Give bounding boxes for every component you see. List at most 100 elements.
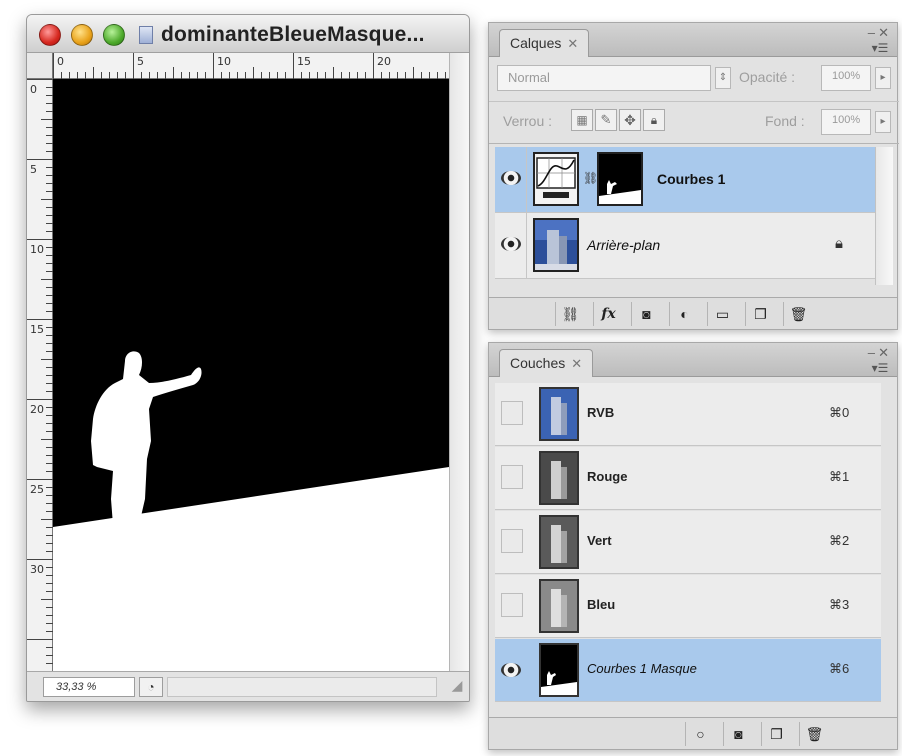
channel-row-vert[interactable]: Vert ⌘2 xyxy=(495,511,881,574)
ruler-top-tick-label: 0 xyxy=(57,55,64,68)
opacity-slider-arrow-icon[interactable]: ▸ xyxy=(875,67,891,89)
opacity-field[interactable]: 100% xyxy=(821,65,871,91)
load-selection-circle-icon[interactable]: ○ xyxy=(685,722,715,746)
layers-scrollbar[interactable] xyxy=(875,147,893,285)
fill-slider-arrow-icon[interactable]: ▸ xyxy=(875,111,891,133)
channel-shortcut: ⌘2 xyxy=(829,533,850,548)
lock-transparency-icon[interactable]: ▦ xyxy=(571,109,593,131)
fill-field[interactable]: 100% xyxy=(821,109,871,135)
resize-grip-icon[interactable]: ◢ xyxy=(447,673,467,697)
visibility-box[interactable] xyxy=(501,401,523,425)
blend-mode-value: Normal xyxy=(508,70,550,85)
new-group-folder-icon[interactable]: ▭ xyxy=(707,302,737,326)
trash-icon[interactable]: 🗑︎ xyxy=(783,302,813,326)
channel-shortcut: ⌘0 xyxy=(829,405,850,420)
ruler-left-tick-label: 5 xyxy=(30,163,37,176)
channel-thumbnail-rouge xyxy=(539,451,579,505)
zoom-window-button[interactable] xyxy=(103,24,125,46)
close-panel-icon[interactable]: ✕ xyxy=(878,345,889,361)
document-proxy-icon[interactable] xyxy=(139,26,153,44)
save-selection-mask-icon[interactable]: ◙ xyxy=(723,722,753,746)
new-adjustment-layer-icon[interactable]: ◐ xyxy=(669,302,699,326)
trash-icon[interactable]: 🗑︎ xyxy=(799,722,829,746)
tab-layers-label: Calques xyxy=(510,35,562,51)
document-titlebar[interactable]: dominanteBleueMasque... xyxy=(27,15,469,53)
close-window-button[interactable] xyxy=(39,24,61,46)
layer-name[interactable]: Courbes 1 xyxy=(657,171,725,187)
close-icon[interactable]: ✕ xyxy=(567,36,578,51)
link-layers-icon[interactable]: ⛓︎ xyxy=(555,302,585,326)
minimize-window-button[interactable] xyxy=(71,24,93,46)
layer-row-courbes-1[interactable]: ⛓︎ Courbes 1 xyxy=(495,147,875,213)
visibility-box[interactable] xyxy=(501,593,523,617)
channel-row-courbes-1-masque[interactable]: Courbes 1 Masque ⌘6 xyxy=(495,639,881,702)
channel-row-rouge[interactable]: Rouge ⌘1 xyxy=(495,447,881,510)
padlock-icon: 🔒︎ xyxy=(835,235,843,252)
lock-position-move-icon[interactable]: ✥ xyxy=(619,109,641,131)
curves-adjustment-thumbnail[interactable] xyxy=(533,152,579,206)
mask-preview xyxy=(541,645,577,695)
building-photo-icon xyxy=(535,220,577,270)
horizontal-ruler[interactable]: 0 5 10 15 20 xyxy=(53,53,449,79)
link-chain-icon[interactable]: ⛓︎ xyxy=(583,171,598,189)
fill-label: Fond : xyxy=(765,113,805,129)
channel-row-rvb[interactable]: RVB ⌘0 xyxy=(495,383,881,446)
opacity-label: Opacité : xyxy=(739,69,796,85)
status-menu-button[interactable]: ◔ xyxy=(139,677,163,697)
ruler-left-tick-label: 25 xyxy=(30,483,44,496)
horizontal-scrollbar[interactable] xyxy=(167,677,437,697)
panel-menu-icon[interactable]: ▾☰ xyxy=(869,41,891,55)
layer-row-arriere-plan[interactable]: Arrière-plan 🔒︎ xyxy=(495,213,875,279)
layer-mask-thumbnail[interactable] xyxy=(597,152,643,206)
eye-icon[interactable] xyxy=(501,237,521,251)
eye-icon[interactable] xyxy=(501,663,521,677)
tab-channels[interactable]: Couches ✕ xyxy=(499,349,594,377)
zoom-level-field[interactable]: 33,33 % xyxy=(43,677,135,697)
document-title: dominanteBleueMasque... xyxy=(161,23,425,46)
fx-layer-style-icon[interactable]: fx xyxy=(593,302,623,326)
blend-mode-stepper-icon[interactable]: ⇕ xyxy=(715,67,731,89)
channels-panel-footer: ○ ◙ ❐ 🗑︎ xyxy=(489,717,897,749)
ruler-left-tick-label: 30 xyxy=(30,563,44,576)
visibility-cell[interactable] xyxy=(495,147,527,212)
channels-panel-header[interactable]: Couches ✕ – ✕ ▾☰ xyxy=(489,343,897,377)
panel-menu-icon[interactable]: ▾☰ xyxy=(869,361,891,375)
document-status-bar: 33,33 % ◔ xyxy=(27,671,469,701)
background-layer-thumbnail[interactable] xyxy=(533,218,579,272)
layers-panel-header[interactable]: Calques ✕ – ✕ ▾☰ xyxy=(489,23,897,57)
tab-channels-label: Couches xyxy=(510,355,566,371)
lock-pixels-brush-icon[interactable]: ✎ xyxy=(595,109,617,131)
channel-shortcut: ⌘1 xyxy=(829,469,850,484)
lock-all-padlock-icon[interactable]: 🔒︎ xyxy=(643,109,665,131)
channels-panel: Couches ✕ – ✕ ▾☰ RVB ⌘0 Rouge ⌘1 Vert ⌘2… xyxy=(488,342,898,750)
status-info-icon: ◔ xyxy=(147,680,155,694)
grayscale-photo-icon xyxy=(541,581,577,631)
image-canvas[interactable] xyxy=(53,79,449,671)
close-icon[interactable]: ✕ xyxy=(571,356,582,371)
layer-name[interactable]: Arrière-plan xyxy=(587,237,660,253)
mask-image xyxy=(53,79,449,671)
channel-thumbnail-bleu xyxy=(539,579,579,633)
eye-icon[interactable] xyxy=(501,171,521,185)
blend-mode-select[interactable]: Normal xyxy=(497,65,711,91)
new-layer-icon[interactable]: ❐ xyxy=(745,302,775,326)
visibility-cell[interactable] xyxy=(495,213,527,278)
vertical-ruler[interactable]: 0 5 10 15 20 25 30 xyxy=(27,79,53,671)
ruler-top-tick-label: 5 xyxy=(137,55,144,68)
close-panel-icon[interactable]: ✕ xyxy=(878,25,889,41)
visibility-box[interactable] xyxy=(501,529,523,553)
collapse-panel-icon[interactable]: – xyxy=(868,25,875,40)
channel-row-bleu[interactable]: Bleu ⌘3 xyxy=(495,575,881,638)
vertical-scrollbar[interactable] xyxy=(449,53,469,671)
add-mask-icon[interactable]: ◙ xyxy=(631,302,661,326)
channel-name: Courbes 1 Masque xyxy=(587,661,697,676)
channel-name: RVB xyxy=(587,405,615,420)
ruler-left-tick-label: 20 xyxy=(30,403,44,416)
ruler-origin[interactable] xyxy=(27,53,53,79)
visibility-box[interactable] xyxy=(501,465,523,489)
tab-layers[interactable]: Calques ✕ xyxy=(499,29,590,57)
collapse-panel-icon[interactable]: – xyxy=(868,345,875,360)
new-channel-icon[interactable]: ❐ xyxy=(761,722,791,746)
layers-panel-footer: ⛓︎ fx ◙ ◐ ▭ ❐ 🗑︎ xyxy=(489,297,897,329)
building-photo-icon xyxy=(541,389,577,439)
